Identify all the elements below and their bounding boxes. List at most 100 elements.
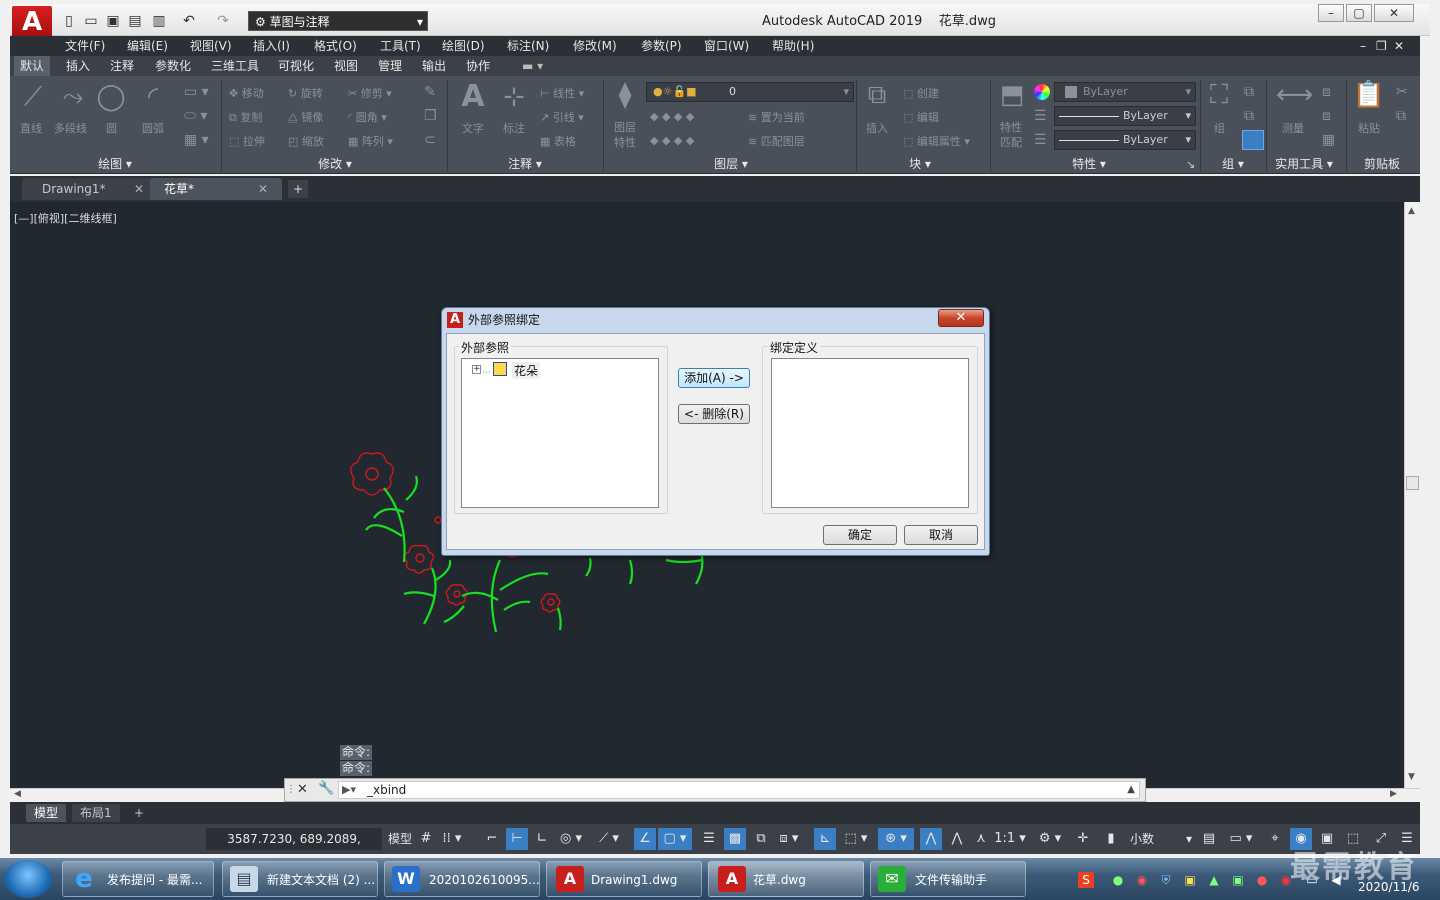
sogou-icon[interactable]: S [1078,872,1094,888]
layer-properties-icon[interactable]: ⧫ [610,80,640,110]
hatch-icon[interactable]: ⬭ ▾ [184,108,207,124]
chevron-up-icon[interactable]: ▲ [1127,782,1135,798]
tab-manage[interactable]: 管理 [378,56,402,76]
group-icon[interactable]: ⛶ [1204,80,1234,110]
polar-icon[interactable]: ◎ ▾ [556,828,586,850]
tab-model[interactable]: 模型 [26,804,67,822]
modify-panel-title[interactable]: 修改 ▾ [310,156,360,172]
xref-tree[interactable] [461,358,659,508]
group-select-toggle[interactable] [1242,130,1264,150]
copy-tool[interactable]: ⧉ 复制 [229,109,262,125]
menu-view[interactable]: 视图(V) [190,36,232,56]
explode-icon[interactable]: ❒ [424,108,437,124]
menu-modify[interactable]: 修改(M) [573,36,617,56]
selection-cycling-icon[interactable]: ⧉ [750,828,772,850]
tab-parametric[interactable]: 参数化 [155,56,191,76]
offset-icon[interactable]: ⊂ [424,132,436,148]
trim-tool[interactable]: ✂ 修剪 ▾ [348,85,392,101]
edit-attribute-tool[interactable]: ⬚ 编辑属性 ▾ [903,133,970,149]
dynamic-input-icon[interactable]: ⊢ [506,828,528,850]
copy-clip-icon[interactable]: ⧉ [1396,108,1406,124]
wechat-tray-icon[interactable]: ● [1110,872,1126,888]
ortho-icon[interactable]: ∟ [532,828,552,850]
open-icon[interactable]: ▭ [82,12,100,30]
new-tab-icon[interactable]: + [288,180,308,198]
insert-block-label[interactable]: 插入 [866,120,888,136]
leader-tool[interactable]: ↗ 引线 ▾ [540,109,584,125]
group-tool-label[interactable]: 组 [1214,120,1225,136]
erase-icon[interactable]: ✎ [424,84,436,100]
minimize-button[interactable]: – [1318,4,1344,22]
taskbar-date[interactable]: 2020/11/6 [1358,880,1420,894]
isolate-objects-icon[interactable]: ⌖ [1264,828,1286,850]
ribbon-options-icon[interactable]: ▬ ▾ [522,56,543,76]
linetype-combo[interactable]: ByLayer ▾ [1054,106,1196,126]
coordinates-readout[interactable]: 3587.7230, 689.2089, 0.0000 [206,828,382,868]
tab-view[interactable]: 视图 [334,56,358,76]
viewport-controls[interactable]: [—][俯视][二维线框] [14,210,117,226]
doc-close-icon[interactable]: ✕ [1394,36,1404,56]
gizmo-icon[interactable]: ⊛ ▾ [878,828,914,850]
tab-annotate[interactable]: 注释 [110,56,134,76]
paste-tool-label[interactable]: 粘贴 [1358,120,1380,136]
dimension-tool-label[interactable]: 标注 [503,120,525,136]
menu-tools[interactable]: 工具(T) [380,36,421,56]
paste-icon[interactable]: 📋 [1352,80,1386,110]
menu-file[interactable]: 文件(F) [65,36,105,56]
gradient-icon[interactable]: ▦ ▾ [184,132,209,148]
layers-panel-title[interactable]: 图层 ▾ [706,156,756,172]
print-icon[interactable]: ▥ [150,12,168,30]
units-icon[interactable]: ▮ [1100,828,1122,850]
make-current-tool[interactable]: ≋ 置为当前 [748,109,805,125]
close-icon[interactable]: ✕ [258,182,268,196]
bind-definitions-list[interactable] [771,358,969,508]
network-icon[interactable]: ▣ [1182,872,1198,888]
tab-3d-tools[interactable]: 三维工具 [211,56,259,76]
group-edit-icon[interactable]: ⧉ [1244,108,1254,124]
clipboard-panel-title[interactable]: 剪贴板 [1356,156,1408,172]
annotation-scale-icon[interactable]: ⋏ [970,828,992,850]
arc-icon[interactable]: ◜ [138,82,168,112]
menu-edit[interactable]: 编辑(E) [127,36,168,56]
dialog-close-button[interactable]: ✕ [938,309,984,327]
grid-icon[interactable]: # [416,828,436,850]
snap-icon[interactable]: ⁞⁞ ▾ [440,828,464,850]
command-input[interactable]: ▶▾ _xbind ▲ [338,781,1140,799]
gear-icon[interactable]: ⚙ ▾ [1032,828,1068,850]
layer-properties-label[interactable]: 图层特性 [614,120,638,150]
workspace-combo[interactable]: ⚙ 草图与注释 ▾ [248,11,428,31]
tab-default[interactable]: 默认 [14,56,51,76]
stretch-tool[interactable]: ⬚ 拉伸 [229,133,265,149]
grip-icon[interactable]: ⋮ [286,780,296,800]
insert-block-icon[interactable]: ⧉ [862,80,892,110]
isodraft-icon[interactable]: ⟋ ▾ [594,828,624,850]
block-panel-title[interactable]: 块 ▾ [900,156,940,172]
line-icon[interactable]: ⟋ [18,82,48,112]
annotation-visibility-icon[interactable]: ⋀ [920,828,942,850]
object-snap-tracking-icon[interactable]: ∠ [634,828,656,850]
scroll-right-icon[interactable]: ▶ [1390,789,1397,799]
tab-collaborate[interactable]: 协作 [466,56,490,76]
add-button[interactable]: 添加(A) -> [678,368,750,388]
array-tool[interactable]: ▦ 阵列 ▾ [348,133,393,149]
close-icon[interactable]: ✕ [297,782,308,797]
match-properties-icon[interactable]: ⬒ [998,80,1026,110]
remove-button[interactable]: <- 删除(R) [678,404,750,424]
wrench-icon[interactable]: 🔧 [318,781,334,796]
draw-panel-title[interactable]: 绘图 ▾ [90,156,140,172]
add-layout-icon[interactable]: + [126,804,152,822]
tab-layout1[interactable]: 布局1 [72,804,120,822]
application-menu-button[interactable]: A [12,6,52,38]
color-combo[interactable]: ByLayer ▾ [1054,82,1196,102]
expand-icon[interactable]: + [472,365,481,374]
3d-osnap-icon[interactable]: ⧈ ▾ [774,828,804,850]
doc-minimize-icon[interactable]: – [1360,36,1366,56]
weibo-icon[interactable]: ◉ [1134,872,1150,888]
transparency-icon[interactable]: ▩ [724,828,746,850]
scroll-down-icon[interactable]: ▼ [1408,772,1415,782]
tab-insert[interactable]: 插入 [66,56,90,76]
selection-filter-icon[interactable]: ⬚ ▾ [840,828,872,850]
menu-dimension[interactable]: 标注(N) [507,36,549,56]
linear-dim-tool[interactable]: ⊢ 线性 ▾ [540,85,584,101]
gpu-icon[interactable]: ▲ [1206,872,1222,888]
